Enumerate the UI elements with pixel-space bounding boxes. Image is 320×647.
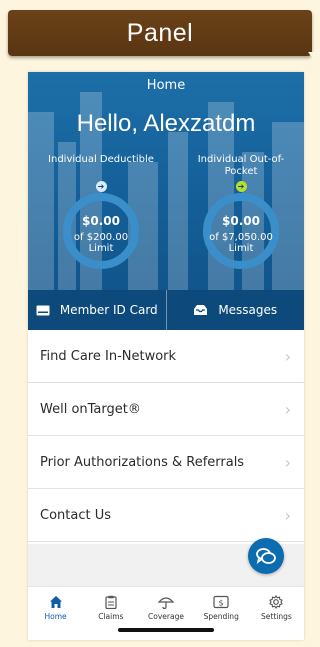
tab-label: Claims	[98, 612, 124, 621]
clipboard-icon	[105, 595, 117, 609]
member-id-card-label: Member ID Card	[59, 303, 158, 317]
chat-button[interactable]	[248, 538, 284, 574]
tab-home[interactable]: Home	[28, 587, 83, 640]
gauge-label: Individual Out-of-Pocket	[197, 154, 285, 177]
gauge-label: Individual Deductible	[48, 154, 154, 165]
menu-list: Find Care In-Network › Well onTarget® › …	[28, 330, 304, 542]
chevron-right-icon: ›	[284, 505, 291, 525]
deductible-progress-ring	[63, 193, 139, 269]
messages-button[interactable]: Messages	[167, 290, 305, 330]
tab-spending[interactable]: $ Spending	[194, 587, 249, 640]
menu-item-find-care[interactable]: Find Care In-Network ›	[28, 330, 304, 383]
inbox-icon	[194, 305, 208, 315]
tab-claims[interactable]: Claims	[83, 587, 138, 640]
phone-screen: Home Hello, Alexzatdm Individual Deducti…	[28, 72, 304, 640]
chevron-right-icon: ›	[284, 399, 291, 419]
out-of-pocket-progress-ring	[203, 193, 279, 269]
home-indicator	[118, 628, 214, 632]
out-of-pocket-gauge[interactable]: Individual Out-of-Pocket ➔ $0.00 of $7,0…	[186, 154, 296, 294]
banner-notch	[308, 52, 320, 68]
messages-label: Messages	[218, 303, 278, 317]
menu-item-label: Contact Us	[40, 507, 111, 523]
deductible-gauge[interactable]: Individual Deductible ➔ $0.00 of $200.00…	[46, 154, 156, 294]
home-icon	[49, 596, 62, 608]
tab-label: Settings	[261, 612, 292, 621]
chevron-right-icon: ›	[284, 346, 291, 366]
panel-title: Panel	[126, 19, 194, 47]
hero-section: Home Hello, Alexzatdm Individual Deducti…	[28, 72, 304, 330]
menu-item-label: Well onTarget®	[40, 401, 141, 417]
menu-item-well-ontarget[interactable]: Well onTarget® ›	[28, 383, 304, 436]
gauge-amount: $0.00	[222, 214, 260, 228]
tab-settings[interactable]: Settings	[249, 587, 304, 640]
gauge-limit: of $7,050.00 Limit	[209, 232, 273, 254]
gauge-limit: of $200.00 Limit	[73, 232, 129, 254]
tab-coverage[interactable]: Coverage	[138, 587, 193, 640]
member-id-card-button[interactable]: Member ID Card	[28, 290, 166, 330]
greeting-text: Hello, Alexzatdm	[76, 110, 256, 137]
umbrella-icon	[158, 597, 174, 609]
tab-label: Spending	[203, 612, 239, 621]
panel-banner: Panel	[8, 10, 312, 56]
screen-title: Home	[146, 78, 186, 93]
menu-item-label: Prior Authorizations & Referrals	[40, 454, 245, 470]
action-bar: Member ID Card Messages	[28, 290, 304, 330]
gear-icon	[269, 595, 284, 609]
tab-label: Home	[44, 612, 67, 621]
menu-item-label: Find Care In-Network	[40, 348, 177, 364]
menu-item-prior-authorizations[interactable]: Prior Authorizations & Referrals ›	[28, 436, 304, 489]
gauge-amount: $0.00	[82, 214, 120, 228]
chevron-right-icon: ›	[284, 452, 291, 472]
menu-item-contact-us[interactable]: Contact Us ›	[28, 489, 304, 542]
chat-bubbles-icon	[256, 548, 276, 564]
tab-label: Coverage	[148, 612, 184, 621]
svg-text:$: $	[219, 599, 224, 608]
dollar-icon: $	[213, 595, 229, 609]
id-card-icon	[36, 305, 50, 315]
